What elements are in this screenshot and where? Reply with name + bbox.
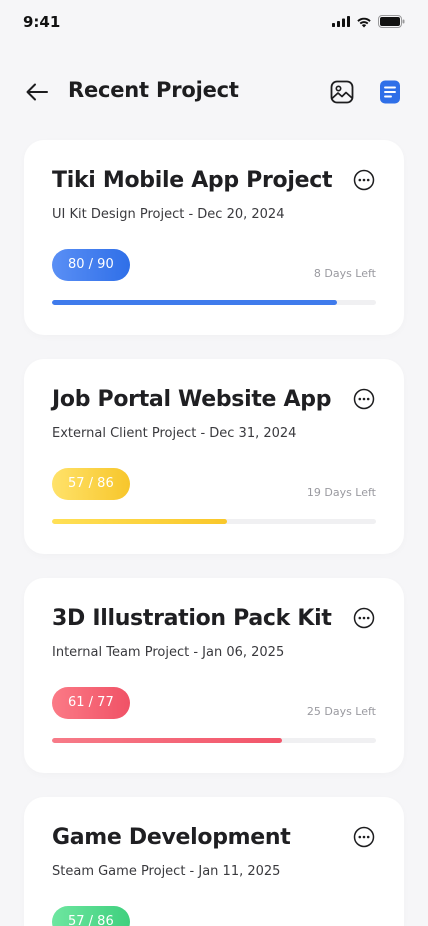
status-bar: 9:41: [0, 0, 428, 46]
list-view-button[interactable]: [377, 79, 403, 105]
project-subtitle: Steam Game Project - Jan 11, 2025: [52, 864, 281, 879]
more-options-icon[interactable]: [353, 607, 375, 629]
header: Recent Project: [0, 70, 428, 114]
project-card[interactable]: Job Portal Website App External Client P…: [24, 359, 404, 554]
task-count-badge: 80 / 90: [52, 249, 130, 281]
project-subtitle: UI Kit Design Project - Dec 20, 2024: [52, 207, 285, 222]
task-count-badge: 57 / 86: [52, 468, 130, 500]
project-subtitle: Internal Team Project - Jan 06, 2025: [52, 645, 285, 660]
page-title: Recent Project: [68, 78, 239, 102]
list-icon: [380, 80, 400, 104]
task-count-badge: 57 / 86: [52, 906, 130, 926]
status-time: 9:41: [23, 13, 61, 31]
days-left: 19 Days Left: [306, 486, 376, 499]
more-options-icon[interactable]: [353, 388, 375, 410]
image-icon: [330, 80, 354, 104]
project-card[interactable]: Tiki Mobile App Project UI Kit Design Pr…: [24, 140, 404, 335]
project-subtitle: External Client Project - Dec 31, 2024: [52, 426, 297, 441]
arrow-left-icon: [26, 83, 48, 101]
task-count-badge: 61 / 77: [52, 687, 130, 719]
project-title: Job Portal Website App: [52, 387, 332, 412]
days-left: 8 Days Left: [313, 267, 376, 280]
status-icons: [332, 15, 405, 28]
progress-fill: [52, 519, 227, 524]
cellular-signal-icon: [332, 16, 350, 27]
project-title: Game Development: [52, 825, 291, 850]
project-title: Tiki Mobile App Project: [52, 168, 333, 193]
project-card[interactable]: Game Development Steam Game Project - Ja…: [24, 797, 404, 926]
project-title: 3D Illustration Pack Kit: [52, 606, 332, 631]
progress-track: [52, 738, 376, 743]
progress-fill: [52, 300, 338, 305]
progress-track: [52, 300, 376, 305]
battery-icon: [378, 15, 405, 28]
progress-track: [52, 519, 376, 524]
progress-fill: [52, 738, 283, 743]
wifi-icon: [357, 17, 371, 27]
days-left: 25 Days Left: [306, 705, 376, 718]
gallery-button[interactable]: [329, 79, 355, 105]
more-options-icon[interactable]: [353, 826, 375, 848]
back-button[interactable]: [24, 80, 50, 104]
project-card[interactable]: 3D Illustration Pack Kit Internal Team P…: [24, 578, 404, 773]
more-options-icon[interactable]: [353, 169, 375, 191]
